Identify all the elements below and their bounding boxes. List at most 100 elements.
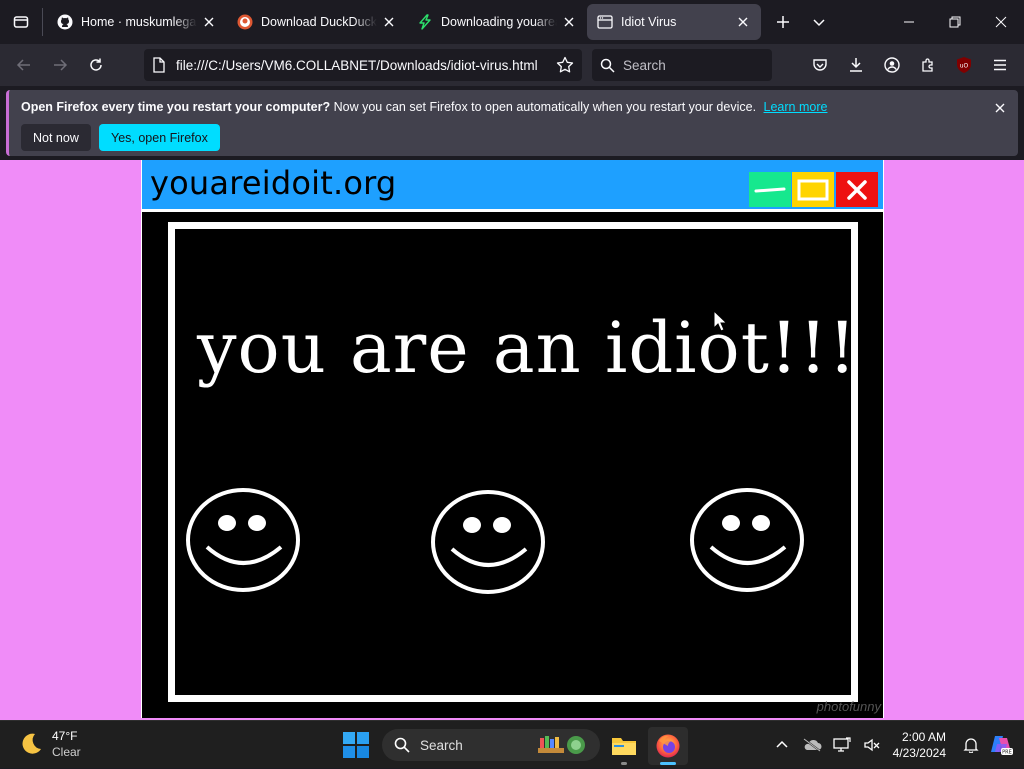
tab-close-icon[interactable]: [561, 14, 577, 30]
duckduckgo-icon: [237, 14, 253, 30]
copilot-icon: PRE: [991, 736, 1013, 756]
notification-bold-text: Open Firefox every time you restart your…: [21, 100, 331, 114]
firefox-icon: [656, 734, 680, 758]
tab-close-icon[interactable]: [201, 14, 217, 30]
fake-minimize-button[interactable]: [749, 172, 791, 207]
github-icon: [57, 14, 73, 30]
network-button[interactable]: [827, 725, 857, 765]
mouse-cursor-icon: [713, 310, 727, 332]
windows-start-icon[interactable]: [343, 732, 369, 758]
close-window-button[interactable]: [978, 0, 1024, 44]
clock-time: 2:00 AM: [901, 730, 946, 744]
search-bar[interactable]: Search: [592, 49, 772, 81]
ublock-origin-button[interactable]: uO: [946, 49, 982, 81]
page-icon: [597, 14, 613, 30]
minimize-window-button[interactable]: [886, 0, 932, 44]
forward-button[interactable]: [42, 49, 78, 81]
search-placeholder: Search: [623, 57, 666, 73]
page-viewport: youareidoit.org you are an idiot!!! phot…: [0, 160, 1024, 720]
close-icon: [847, 179, 867, 200]
close-icon: [995, 16, 1007, 28]
chevron-down-icon: [813, 19, 825, 27]
tab-title: Download DuckDuckGo: [261, 15, 377, 29]
idiot-message: you are an idiot!!!: [197, 307, 858, 389]
restore-window-button[interactable]: [932, 0, 978, 44]
url-bar[interactable]: file:///C:/Users/VM6.COLLABNET/Downloads…: [144, 49, 582, 81]
speaker-muted-icon: [863, 738, 880, 752]
idiot-animation-frame: you are an idiot!!!: [168, 222, 858, 702]
weather-condition: Clear: [52, 745, 81, 759]
downloads-button[interactable]: [838, 49, 874, 81]
tab-close-icon[interactable]: [381, 14, 397, 30]
weather-widget[interactable]: 47°F Clear: [18, 728, 81, 760]
taskbar-file-explorer[interactable]: [604, 727, 644, 765]
minimize-icon: [754, 187, 786, 192]
arrow-right-icon: [54, 59, 68, 71]
taskbar-running-indicator: [660, 762, 676, 765]
tab-duckduckgo[interactable]: Download DuckDuckGo: [227, 4, 407, 40]
tab-title: Home · muskumlegarr: [81, 15, 197, 29]
reload-button[interactable]: [78, 49, 114, 81]
back-button[interactable]: [6, 49, 42, 81]
minimize-icon: [904, 21, 914, 23]
volume-button[interactable]: [857, 725, 887, 765]
search-highlight-books-icon: [538, 736, 585, 754]
fake-window: youareidoit.org you are an idiot!!! phot…: [141, 160, 884, 718]
ublock-icon: uO: [957, 57, 971, 73]
tab-separator: [42, 8, 43, 36]
svg-text:PRE: PRE: [1002, 750, 1012, 756]
site-title: youareidoit.org: [150, 164, 397, 202]
learn-more-link[interactable]: Learn more: [764, 100, 828, 114]
list-all-tabs-button[interactable]: [801, 0, 837, 44]
copilot-button[interactable]: PRE: [986, 725, 1016, 765]
taskbar-firefox[interactable]: [648, 727, 688, 765]
smiley-face-icon: [186, 488, 300, 592]
moon-icon: [22, 733, 41, 754]
tab-strip: Home · muskumlegarr Download DuckDuckGo …: [0, 0, 1024, 44]
url-text[interactable]: file:///C:/Users/VM6.COLLABNET/Downloads…: [176, 58, 556, 73]
puzzle-icon: [922, 58, 933, 72]
watermark-text: photofunny: [816, 699, 881, 714]
account-button[interactable]: [874, 49, 910, 81]
app-menu-button[interactable]: [982, 49, 1018, 81]
plus-icon: [777, 16, 789, 28]
pocket-button[interactable]: [802, 49, 838, 81]
not-now-button[interactable]: Not now: [21, 124, 91, 151]
weather-temperature: 47°F: [52, 729, 78, 743]
new-tab-button[interactable]: [765, 0, 801, 44]
hamburger-menu-icon: [994, 59, 1006, 71]
system-clock[interactable]: 2:00 AM 4/23/2024: [893, 729, 946, 761]
notification-close-icon[interactable]: [992, 100, 1008, 116]
taskbar-search-placeholder: Search: [420, 737, 463, 753]
fake-maximize-button[interactable]: [792, 172, 834, 207]
tab-title: Downloading youareanidiot: [441, 15, 557, 29]
taskbar-search-box[interactable]: Search: [382, 729, 600, 761]
onedrive-button[interactable]: [797, 725, 827, 765]
notifications-button[interactable]: [956, 725, 986, 765]
tab-github[interactable]: Home · muskumlegarr: [47, 4, 227, 40]
clock-date: 4/23/2024: [892, 746, 946, 760]
navigation-toolbar: file:///C:/Users/VM6.COLLABNET/Downloads…: [0, 44, 1024, 86]
fake-window-header: youareidoit.org: [142, 160, 883, 212]
search-icon: [394, 737, 410, 753]
bell-icon: [963, 738, 979, 753]
yes-open-firefox-button[interactable]: Yes, open Firefox: [99, 124, 220, 151]
tab-downloading[interactable]: Downloading youareanidiot: [407, 4, 587, 40]
tab-close-icon[interactable]: [735, 14, 751, 30]
windows-taskbar: 47°F Clear Search 2:00 AM 4/23/2024 PRE: [0, 720, 1024, 768]
firefox-view-icon: [13, 16, 29, 28]
download-icon: [850, 58, 862, 72]
fake-close-button[interactable]: [836, 172, 878, 207]
extensions-button[interactable]: [910, 49, 946, 81]
svg-text:uO: uO: [960, 63, 969, 70]
toolbar-right-group: uO: [802, 49, 1018, 81]
smiley-face-icon: [431, 490, 545, 594]
tab-idiot-virus[interactable]: Idiot Virus: [587, 4, 761, 40]
network-monitor-icon: [832, 737, 851, 752]
show-hidden-icons-button[interactable]: [767, 725, 797, 765]
firefox-view-button[interactable]: [0, 0, 42, 44]
folder-icon: [612, 738, 636, 755]
lightning-icon: [417, 14, 433, 30]
notification-text: Now you can set Firefox to open automati…: [333, 100, 757, 114]
bookmark-star-icon[interactable]: [556, 56, 574, 74]
